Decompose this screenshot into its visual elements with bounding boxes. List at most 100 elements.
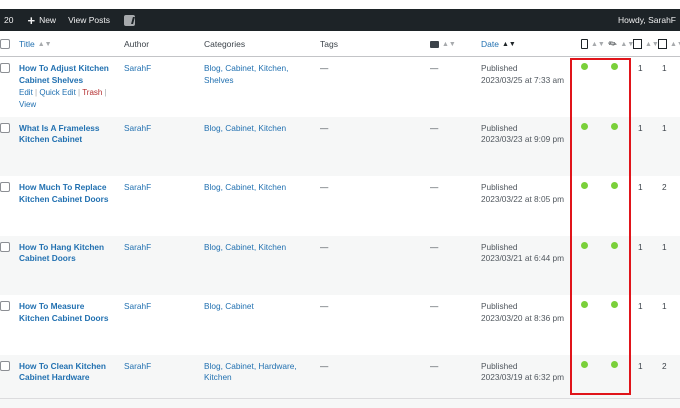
post-status: Published: [481, 360, 518, 371]
account-menu[interactable]: Howdy, SarahF: [618, 9, 676, 31]
view-posts-link[interactable]: View Posts: [62, 9, 116, 31]
traffic-light-icon: [581, 39, 588, 49]
post-title-link[interactable]: How Much To Replace Kitchen Cabinet Doors: [19, 182, 114, 205]
row-checkbox[interactable]: [0, 301, 10, 311]
post-title-line: How To Clean Kitchen: [19, 360, 106, 371]
table-footer-divider: [0, 398, 680, 399]
author-link[interactable]: SarahF: [124, 182, 151, 194]
date-header-label: Date: [481, 39, 499, 49]
title-header-label: Title: [19, 39, 35, 49]
table-header: Title ▲▼ Author Categories Tags ▲▼ Date …: [0, 31, 680, 57]
post-title-link[interactable]: How To Clean Kitchen Cabinet Hardware: [19, 361, 114, 384]
post-title-line: Cabinet Doors: [19, 253, 76, 263]
incoming-links-count: 1: [638, 122, 643, 133]
comments-count[interactable]: 20: [0, 9, 21, 31]
author-column-header: Author: [124, 39, 150, 49]
tags-value: —: [320, 122, 329, 133]
post-title-line: How To Adjust Kitchen: [19, 63, 109, 73]
edit-link[interactable]: Edit: [19, 88, 33, 97]
sort-arrows-icon: ▲▼: [645, 40, 659, 48]
row-actions: Edit | Quick Edit | Trash | View: [19, 87, 119, 111]
comments-value: —: [430, 182, 439, 192]
categories-line: Kitchen: [204, 372, 232, 382]
post-status: Published: [481, 63, 518, 73]
view-link[interactable]: View: [19, 100, 36, 109]
comments-value: —: [430, 301, 439, 311]
categories-links[interactable]: Blog, Cabinet, Kitchen: [204, 182, 299, 194]
post-title-line: Kitchen Cabinet Doors: [19, 312, 109, 323]
incoming-links-column-header[interactable]: ▲▼: [633, 31, 659, 57]
categories-line: Shelves: [204, 74, 234, 85]
categories-line: Blog, Cabinet, Kitchen: [204, 122, 287, 133]
page-top-edge: [0, 0, 680, 9]
post-title-line: Cabinet Shelves: [19, 74, 84, 85]
categories-links[interactable]: Blog, Cabinet, Kitchen: [204, 242, 299, 254]
post-title-line: Cabinet Hardware: [19, 372, 90, 382]
tags-value: —: [320, 63, 329, 73]
comments-value: —: [430, 360, 439, 371]
yoast-menu[interactable]: [116, 9, 141, 31]
row-checkbox[interactable]: [0, 360, 10, 371]
post-title-link[interactable]: How To Adjust Kitchen Cabinet Shelves: [19, 63, 114, 86]
post-title-line: How To Measure: [19, 301, 85, 311]
author-link[interactable]: SarahF: [124, 123, 151, 135]
post-title-link[interactable]: What Is A Frameless Kitchen Cabinet: [19, 123, 114, 146]
sort-active-icon: ▲▼: [501, 40, 516, 48]
incoming-links-count: 1: [638, 63, 643, 73]
incoming-links-count: 1: [638, 301, 643, 311]
comments-value: —: [430, 241, 439, 252]
quick-edit-link[interactable]: Quick Edit: [39, 88, 75, 97]
trash-link[interactable]: Trash: [82, 88, 102, 97]
post-date: Published 2023/03/25 at 7:33 am: [481, 63, 571, 86]
title-column-header[interactable]: Title ▲▼: [19, 31, 52, 57]
author-link[interactable]: SarahF: [124, 242, 151, 254]
row-checkbox[interactable]: [0, 182, 10, 192]
row-checkbox[interactable]: [0, 122, 10, 133]
select-all-checkbox[interactable]: [0, 39, 10, 49]
post-title-line: Kitchen Cabinet: [19, 134, 83, 144]
incoming-links-count: 1: [638, 182, 643, 192]
highlight-box: [570, 58, 631, 395]
seo-score-column-header[interactable]: ▲▼: [581, 31, 605, 57]
post-datetime: 2023/03/19 at 6:32 pm: [481, 372, 565, 382]
row-checkbox[interactable]: [0, 63, 10, 73]
outgoing-links-count: 1: [662, 301, 667, 311]
post-datetime: 2023/03/21 at 6:44 pm: [481, 253, 565, 263]
outgoing-links-count: 1: [662, 63, 667, 73]
tags-column-header: Tags: [320, 39, 338, 49]
post-status: Published: [481, 301, 518, 311]
outgoing-links-count: 2: [662, 360, 667, 371]
sort-arrows-icon: ▲▼: [37, 40, 52, 48]
row-checkbox[interactable]: [0, 241, 10, 252]
feather-icon: ✎: [606, 37, 620, 51]
tags-value: —: [320, 301, 329, 311]
action-separator: |: [35, 88, 38, 97]
new-content-button[interactable]: + New: [21, 9, 62, 31]
categories-links[interactable]: Blog, Cabinet, Hardware, Kitchen: [204, 361, 299, 384]
post-title-link[interactable]: How To Hang Kitchen Cabinet Doors: [19, 242, 114, 265]
categories-links[interactable]: Blog, Cabinet: [204, 301, 299, 313]
post-title-line: How To Hang Kitchen: [19, 241, 105, 252]
link-in-icon: [633, 39, 642, 49]
post-date: Published 2023/03/20 at 8:36 pm: [481, 301, 571, 324]
readability-column-header[interactable]: ✎ ▲▼: [606, 31, 635, 57]
post-title-line: What Is A Frameless: [19, 122, 100, 133]
author-link[interactable]: SarahF: [124, 301, 151, 313]
outgoing-links-column-header[interactable]: ▲▼: [658, 31, 680, 57]
author-link[interactable]: SarahF: [124, 361, 151, 373]
post-status: Published: [481, 241, 518, 252]
sort-arrows-icon: ▲▼: [591, 40, 605, 48]
date-column-header[interactable]: Date ▲▼: [481, 31, 516, 57]
sort-arrows-icon: ▲▼: [442, 40, 456, 48]
plus-icon: +: [27, 12, 36, 28]
categories-links[interactable]: Blog, Cabinet, Kitchen, Shelves: [204, 63, 299, 86]
categories-links[interactable]: Blog, Cabinet, Kitchen: [204, 123, 299, 135]
post-date: Published 2023/03/23 at 9:09 pm: [481, 123, 571, 146]
post-title-line: How Much To Replace: [19, 182, 107, 192]
post-title-link[interactable]: How To Measure Kitchen Cabinet Doors: [19, 301, 114, 324]
comments-column-header[interactable]: ▲▼: [430, 31, 456, 57]
comments-value: —: [430, 122, 439, 133]
author-link[interactable]: SarahF: [124, 63, 151, 75]
outgoing-links-count: 2: [662, 182, 667, 192]
outgoing-links-count: 1: [662, 241, 667, 252]
